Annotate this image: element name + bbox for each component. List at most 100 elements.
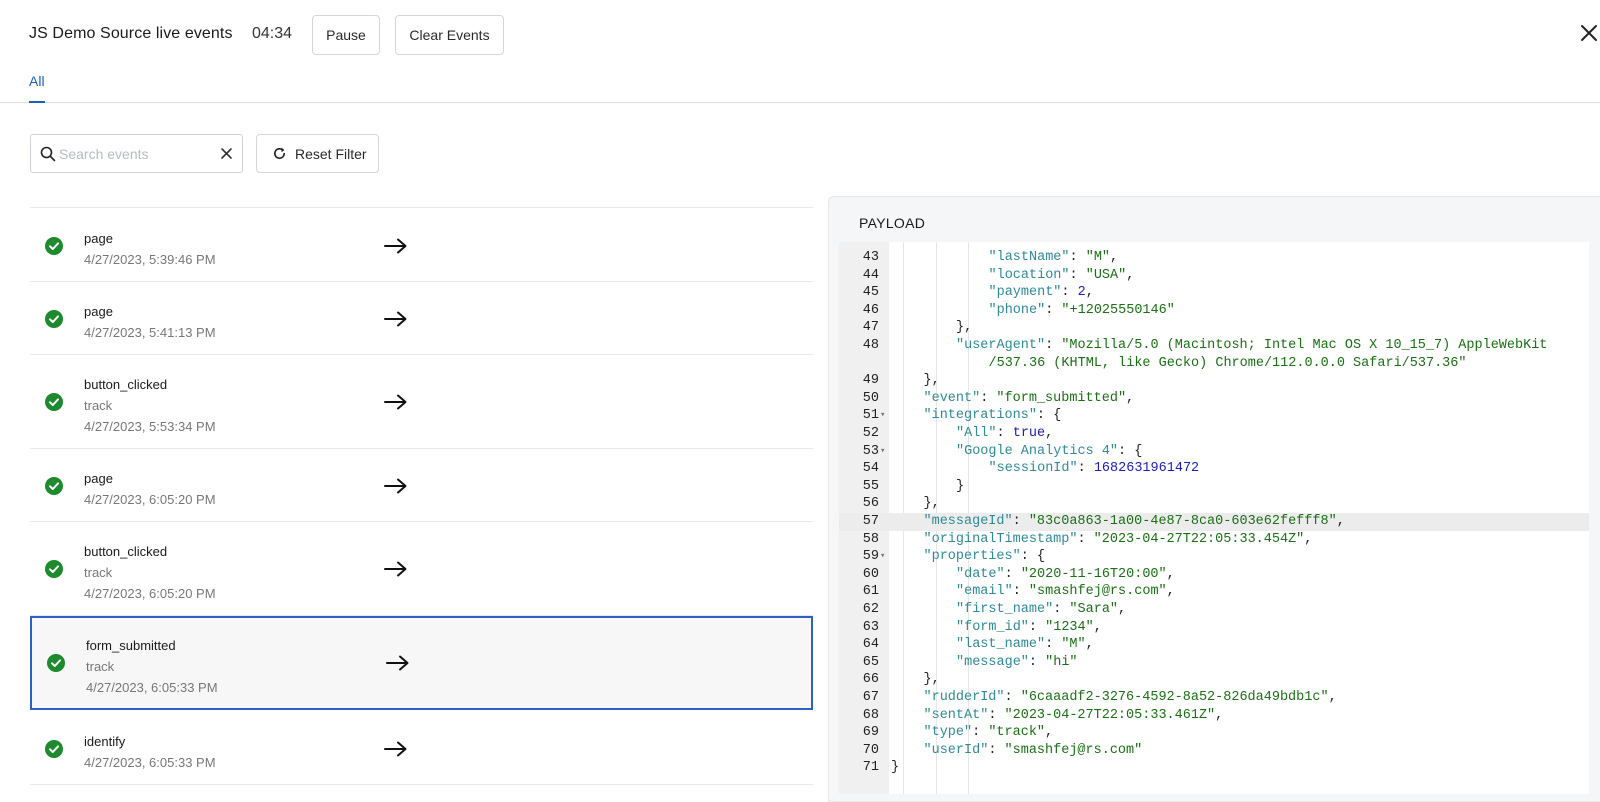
code-text: "originalTimestamp": "2023-04-27T22:05:3… xyxy=(923,531,1313,547)
arrow-right-icon[interactable] xyxy=(386,655,410,671)
fold-caret-icon[interactable]: ▾ xyxy=(880,443,885,461)
line-number: 68 xyxy=(862,707,879,723)
event-list-item[interactable]: page 4/27/2023, 5:39:46 PM xyxy=(30,209,813,282)
line-number: 56 xyxy=(862,496,879,512)
code-text: "message": "hi" xyxy=(956,654,1078,670)
arrow-right-icon[interactable] xyxy=(384,561,408,577)
close-icon[interactable] xyxy=(1578,22,1600,44)
event-time: 4/27/2023, 5:53:34 PM xyxy=(84,419,216,434)
code-line: 43 "lastName": "M", xyxy=(839,249,1589,267)
clear-events-button[interactable]: Clear Events xyxy=(395,15,504,55)
code-line: 55} xyxy=(839,478,1589,496)
payload-panel: PAYLOAD 43 "lastName": "M", 44 "location": … xyxy=(828,196,1600,802)
event-name: button_clicked xyxy=(84,377,168,392)
code-text: "email": "smashfej@rs.com", xyxy=(956,584,1175,600)
code-line: 49}, xyxy=(839,372,1589,390)
line-number: 50 xyxy=(862,390,879,406)
code-text: "sessionId": 1682631961472 xyxy=(988,461,1200,477)
code-line: 53 ▾ "Google Analytics 4": { xyxy=(839,443,1589,461)
success-check-icon xyxy=(45,739,63,758)
fold-caret-icon[interactable]: ▾ xyxy=(880,407,885,425)
reset-filter-button[interactable]: Reset Filter xyxy=(256,134,379,173)
code-line: 60 "date": "2020-11-16T20:00", xyxy=(839,566,1589,584)
code-text: "date": "2020-11-16T20:00", xyxy=(956,566,1175,582)
event-list-item[interactable]: button_clicked track 4/27/2023, 6:05:20 PM xyxy=(30,522,813,616)
line-number: 49 xyxy=(862,373,879,389)
clear-search-icon[interactable] xyxy=(220,147,233,160)
event-list-item[interactable]: page 4/27/2023, 6:05:20 PM xyxy=(30,449,813,522)
arrow-right-icon[interactable] xyxy=(384,238,408,254)
success-check-icon xyxy=(45,309,63,328)
refresh-icon xyxy=(274,147,285,159)
code-text: "first_name": "Sara", xyxy=(956,602,1127,617)
event-name: button_clicked xyxy=(84,544,168,559)
line-number: 52 xyxy=(862,426,879,441)
event-name: page xyxy=(84,304,113,319)
event-list: page 4/27/2023, 5:39:46 PM page 4/27/2023, … xyxy=(30,192,813,802)
search-input[interactable] xyxy=(59,143,219,165)
code-text: }, xyxy=(956,320,973,336)
code-line: 45 "payment": 2, xyxy=(839,284,1589,302)
code-line: 61 "email": "smashfej@rs.com", xyxy=(839,583,1589,601)
line-number: 71 xyxy=(862,760,879,776)
line-number: 62 xyxy=(862,602,879,617)
line-number: 65 xyxy=(862,654,879,670)
code-line: 70 "userId": "smashfej@rs.com" xyxy=(839,742,1589,760)
event-name: page xyxy=(84,471,113,486)
code-text: } xyxy=(956,478,965,494)
event-type: track xyxy=(86,659,115,674)
success-check-icon xyxy=(47,654,65,672)
code-text: "event": "form_submitted", xyxy=(923,390,1135,406)
code-text: "integrations": { xyxy=(923,408,1062,424)
code-line: 56}, xyxy=(839,495,1589,513)
line-number: 48 xyxy=(862,338,879,353)
line-number: 60 xyxy=(862,566,879,582)
event-list-item[interactable]: page 4/27/2023, 5:41:13 PM xyxy=(30,282,813,355)
code-text: "lastName": "M", xyxy=(988,250,1119,265)
event-list-item[interactable]: form_submitted track 4/27/2023, 6:05:33 PM xyxy=(30,616,813,710)
event-time: 4/27/2023, 5:39:46 PM xyxy=(84,252,216,267)
event-type: track xyxy=(84,398,113,413)
line-number: 69 xyxy=(862,725,879,741)
arrow-right-icon[interactable] xyxy=(384,478,408,494)
code-text: }, xyxy=(923,496,940,512)
list-item-partial xyxy=(30,192,813,208)
line-number: 54 xyxy=(862,461,879,477)
arrow-right-icon[interactable] xyxy=(384,394,408,410)
line-number: 57 xyxy=(862,514,879,529)
line-number: 67 xyxy=(862,690,879,705)
arrow-right-icon[interactable] xyxy=(384,741,408,757)
code-text: "last_name": "M", xyxy=(956,637,1094,653)
code-line: 68 "sentAt": "2023-04-27T22:05:33.461Z", xyxy=(839,707,1589,725)
event-time: 4/27/2023, 6:05:20 PM xyxy=(84,586,216,601)
code-text: }, xyxy=(923,373,940,389)
arrow-right-icon[interactable] xyxy=(384,311,408,327)
line-number: 46 xyxy=(862,302,879,318)
code-line: 67 "rudderId": "6caaadf2-3276-4592-8a52-8… xyxy=(839,689,1589,707)
fold-caret-icon[interactable]: ▾ xyxy=(880,548,885,566)
event-list-item[interactable]: identify 4/27/2023, 6:05:33 PM xyxy=(30,712,813,785)
line-number: 53 xyxy=(862,443,879,459)
event-name: page xyxy=(84,231,113,246)
success-check-icon xyxy=(45,476,63,495)
code-text: "phone": "+12025550146" xyxy=(988,302,1175,318)
code-line: 59 ▾ "properties": { xyxy=(839,548,1589,566)
event-time: 4/27/2023, 6:05:20 PM xyxy=(84,492,216,507)
line-number: 59 xyxy=(862,549,879,565)
success-check-icon xyxy=(45,393,63,411)
tab-all[interactable]: All xyxy=(29,73,45,103)
code-text: } xyxy=(891,760,900,776)
code-text: "sentAt": "2023-04-27T22:05:33.461Z", xyxy=(923,707,1224,723)
reset-filter-label: Reset Filter xyxy=(295,145,367,162)
pause-button[interactable]: Pause xyxy=(312,15,380,55)
code-line: 64 "last_name": "M", xyxy=(839,636,1589,654)
event-list-item[interactable]: button_clickedtrack 4/27/2023, 5:53:34 PM xyxy=(30,355,813,449)
code-text: "userId": "smashfej@rs.com" xyxy=(923,742,1143,758)
payload-code-view[interactable]: 43 "lastName": "M", 44 "location": "USA", 45… xyxy=(839,242,1589,794)
top-bar: JS Demo Source live events 04:34 Pause C… xyxy=(0,0,1600,70)
line-number: 45 xyxy=(862,285,879,301)
code-line: 46 "phone": "+12025550146" xyxy=(839,302,1589,320)
code-text: "properties": { xyxy=(923,549,1046,565)
success-check-icon xyxy=(45,236,63,255)
line-number: 63 xyxy=(862,619,879,635)
